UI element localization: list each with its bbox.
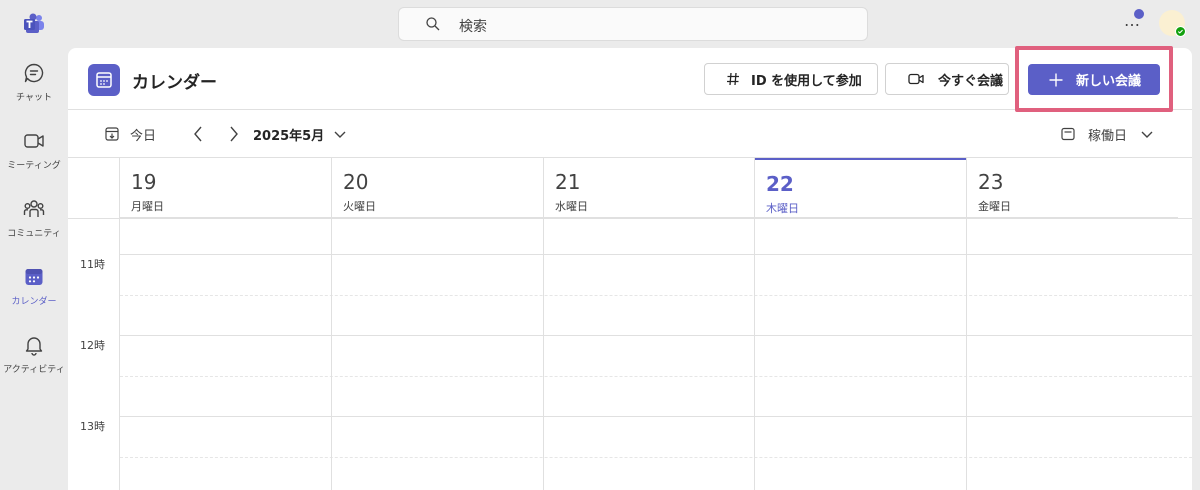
hashtag-icon: [727, 72, 739, 86]
join-with-id-label: ID を使用して参加: [751, 73, 862, 89]
day-header[interactable]: 23 金曜日: [967, 158, 1178, 218]
calendar-grid: 11時 12時 13時 19 月曜日 20 火曜日 21 水曜日 22 木曜日 …: [68, 158, 1192, 490]
rail-item-meetings[interactable]: ミーティング: [0, 116, 68, 182]
rail-item-label: チャット: [16, 93, 52, 103]
chevron-right-icon[interactable]: [226, 124, 242, 144]
day-header[interactable]: 22 木曜日: [755, 158, 966, 218]
video-icon: [908, 73, 924, 85]
chevron-down-icon[interactable]: [332, 126, 348, 142]
day-column[interactable]: 21 水曜日: [543, 158, 755, 490]
day-column-today[interactable]: 22 木曜日: [754, 158, 966, 490]
time-label: 11時: [80, 258, 105, 271]
day-header[interactable]: 21 水曜日: [544, 158, 755, 218]
time-label: 13時: [80, 420, 105, 433]
teams-logo-icon[interactable]: [23, 13, 45, 35]
day-name: 木曜日: [766, 202, 799, 215]
chevron-left-icon[interactable]: [190, 124, 206, 144]
day-header[interactable]: 20 火曜日: [332, 158, 543, 218]
search-box[interactable]: 検索: [398, 7, 868, 41]
notification-dot: [1134, 9, 1144, 19]
month-label[interactable]: 2025年5月: [253, 125, 324, 144]
highlight-annotation: [1015, 46, 1173, 112]
search-input[interactable]: 検索: [459, 16, 487, 36]
rail-item-label: カレンダー: [11, 297, 57, 307]
rail-item-label: アクティビティ: [3, 365, 65, 375]
rail-item-calendar[interactable]: カレンダー: [0, 252, 68, 318]
search-icon: [426, 17, 440, 31]
rail-item-community[interactable]: コミュニティ: [0, 184, 68, 250]
time-label: 12時: [80, 339, 105, 352]
calendar-icon: [96, 72, 112, 88]
view-label: 稼働日: [1088, 128, 1128, 144]
day-column[interactable]: 19 月曜日: [119, 158, 331, 490]
chevron-down-icon: [1141, 131, 1153, 138]
calendar-today-icon: [105, 127, 119, 141]
day-column[interactable]: 23 金曜日: [966, 158, 1178, 490]
day-name: 火曜日: [343, 200, 376, 213]
day-number: 19: [131, 170, 157, 194]
today-label: 今日: [130, 128, 157, 144]
day-header[interactable]: 19 月曜日: [120, 158, 331, 218]
calendar-toolbar: 今日 2025年5月 稼働日: [68, 110, 1192, 158]
calendar-panel: カレンダー ID を使用して参加 今すぐ会議 新しい会議 今日 2025年5月 …: [68, 48, 1192, 490]
calendar-app-icon: [88, 64, 120, 96]
people-community-icon: [23, 200, 45, 217]
view-switcher-button[interactable]: 稼働日: [1060, 124, 1155, 144]
day-column[interactable]: 20 火曜日: [331, 158, 543, 490]
today-button[interactable]: 今日: [104, 124, 156, 144]
rail-item-label: コミュニティ: [7, 229, 61, 239]
day-number: 20: [343, 170, 369, 194]
app-rail: チャット ミーティング コミュニティ カレンダー アクティビティ: [0, 48, 68, 490]
video-icon: [24, 134, 44, 148]
day-name: 水曜日: [555, 200, 588, 213]
day-number: 21: [555, 170, 581, 194]
day-number: 23: [978, 170, 1004, 194]
rail-item-chat[interactable]: チャット: [0, 48, 68, 114]
page-title: カレンダー: [132, 73, 217, 93]
title-bar: 検索 …: [0, 0, 1200, 48]
day-name: 金曜日: [978, 200, 1011, 213]
bell-icon: [25, 337, 43, 356]
presence-available-icon: [1175, 26, 1186, 37]
day-number: 22: [766, 172, 794, 196]
work-week-icon: [1061, 127, 1075, 141]
join-with-id-button[interactable]: ID を使用して参加: [704, 63, 878, 95]
day-name: 月曜日: [131, 200, 164, 213]
meet-now-label: 今すぐ会議: [938, 73, 1004, 89]
chat-icon: [24, 63, 44, 83]
rail-item-label: ミーティング: [7, 161, 61, 171]
rail-item-activity[interactable]: アクティビティ: [0, 320, 68, 386]
meet-now-button[interactable]: 今すぐ会議: [885, 63, 1009, 95]
calendar-icon: [25, 269, 43, 285]
